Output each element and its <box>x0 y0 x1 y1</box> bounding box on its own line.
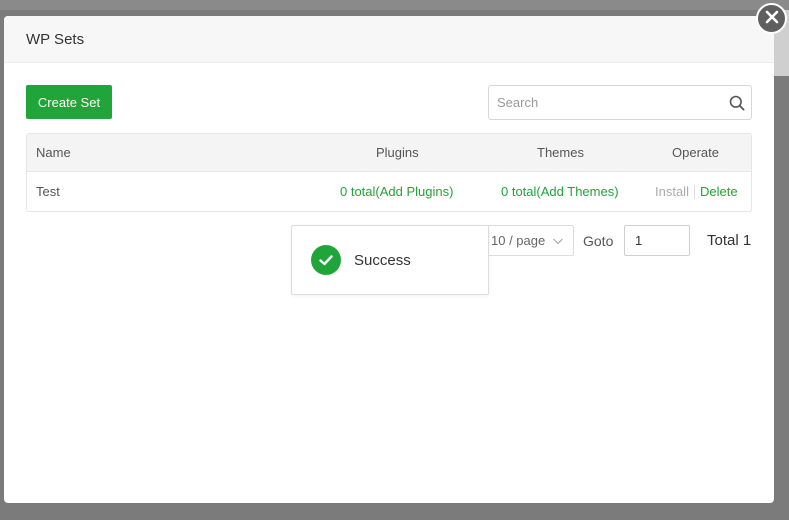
goto-page-input[interactable] <box>624 225 690 256</box>
overlay-backdrop <box>0 0 789 10</box>
add-themes-link[interactable]: 0 total(Add Themes) <box>501 172 619 211</box>
page-size-select[interactable]: 10 / page <box>482 225 574 256</box>
dialog-header: WP Sets <box>4 16 774 63</box>
header-name: Name <box>36 145 71 160</box>
install-link[interactable]: Install <box>655 184 689 199</box>
search-input[interactable] <box>489 86 723 119</box>
chevron-down-icon <box>552 235 564 250</box>
operation-divider <box>693 184 695 199</box>
add-plugins-link[interactable]: 0 total(Add Plugins) <box>340 172 453 211</box>
check-circle-icon <box>311 245 341 275</box>
goto-label: Goto <box>583 232 614 249</box>
total-count: Total 1 <box>707 232 752 249</box>
wp-sets-dialog: WP Sets Create Set Name Plugins Themes O… <box>4 16 774 503</box>
header-plugins: Plugins <box>376 145 419 160</box>
wp-sets-table: Name Plugins Themes Operate Test 0 total… <box>26 133 752 212</box>
table-row: Test 0 total(Add Plugins) 0 total(Add Th… <box>27 172 751 211</box>
row-name: Test <box>36 184 60 199</box>
row-operations: Install Delete <box>655 172 738 211</box>
dialog-title: WP Sets <box>26 30 85 48</box>
page-size-value: 10 / page <box>491 233 546 248</box>
toast-message: Success <box>354 251 411 269</box>
delete-link[interactable]: Delete <box>700 184 738 199</box>
table-header: Name Plugins Themes Operate <box>27 134 751 172</box>
create-set-button[interactable]: Create Set <box>26 85 112 119</box>
header-operate: Operate <box>672 145 719 160</box>
search-field[interactable] <box>488 85 752 120</box>
success-toast: Success <box>291 225 489 295</box>
header-themes: Themes <box>537 145 584 160</box>
search-icon[interactable] <box>723 86 751 119</box>
close-icon <box>765 10 779 27</box>
close-dialog-button[interactable] <box>756 3 787 34</box>
